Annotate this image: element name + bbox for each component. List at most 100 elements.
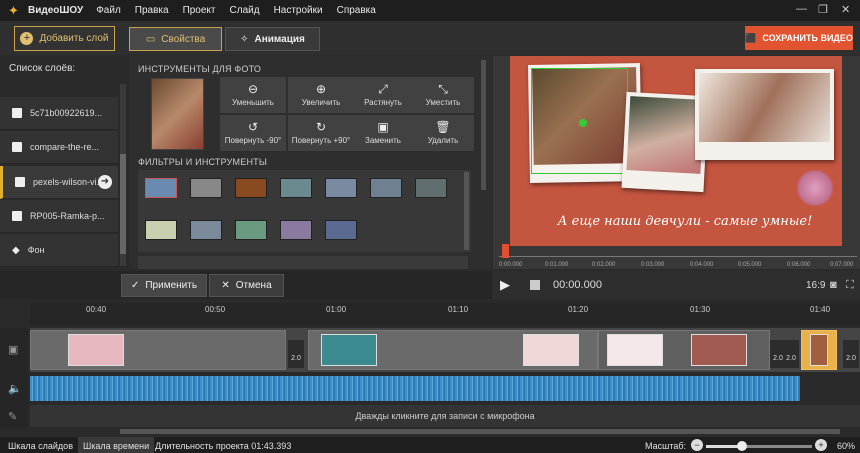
filter-thumb[interactable] [190,178,222,198]
photo-thumbnail [151,78,204,150]
aspect-ratio[interactable]: 16:9 [806,280,825,291]
slide-caption: А еще наши девчули - самые умные! [557,214,813,229]
player-controls [493,271,860,299]
cancel-label: Отмена [235,280,272,291]
image-icon [12,108,22,118]
animation-icon: ✧ [240,33,249,45]
export-icon: ⬛ [745,32,757,43]
stop-icon[interactable] [530,280,540,290]
menu-slide[interactable]: Слайд [223,5,267,16]
rotate-right-icon: ↻ [315,120,327,134]
arrow-right-icon[interactable]: ➜ [98,175,112,189]
filter-thumb[interactable] [145,220,177,240]
clip-thumbnail [68,334,124,366]
filter-thumb[interactable] [145,178,177,198]
enlarge-label: Увеличить [301,98,341,107]
add-layer-button[interactable]: + Добавить слой [14,26,115,51]
stretch-label: Растянуть [364,98,402,107]
menu-bar: ✦ ВидеоШОУ Файл Правка Проект Слайд Наст… [0,0,860,21]
zoom-slider-handle[interactable] [737,441,747,451]
filter-thumb[interactable] [325,220,357,240]
zoom-out-icon: ⊖ [247,82,259,96]
fullscreen-icon[interactable]: ⛶ [846,279,854,292]
maximize-icon[interactable]: ❐ [818,3,828,16]
mic-record-track[interactable]: Дважды кликните для записи с микрофона [30,405,860,427]
zoom-out-icon[interactable]: − [691,439,703,451]
filter-thumb[interactable] [370,178,402,198]
replace-button[interactable]: ▣ Заменить [350,115,416,151]
rotate-handle-icon[interactable] [579,119,587,127]
check-icon: ✓ [130,280,140,291]
filter-thumb[interactable] [325,178,357,198]
paint-bucket-icon: ◆ [12,244,20,256]
tab-properties[interactable]: ▭ Свойства [129,27,222,51]
zoom-in-icon[interactable]: + [815,439,827,451]
menu-edit[interactable]: Правка [128,5,176,16]
fit-button[interactable]: ⤡ Уместить [412,77,474,113]
tab-animation[interactable]: ✧ Анимация [225,27,320,51]
time-mark: 01:20 [568,305,589,314]
apply-button[interactable]: ✓ Применить [121,274,207,297]
cancel-button[interactable]: ✕ Отмена [209,274,284,297]
rotate-right-button[interactable]: ↻ Повернуть +90° [288,115,354,151]
ruler-tick: 0:02.000 [592,262,616,268]
play-icon[interactable]: ▶ [500,277,518,293]
project-duration: Длительность проекта 01:43.393 [155,441,292,451]
zoom-slider[interactable] [706,445,812,448]
filter-thumb[interactable] [190,220,222,240]
photo-frame-3[interactable] [695,69,834,160]
layer-item[interactable]: RP005-Ramka-p... [0,200,118,233]
timeline-ruler[interactable] [30,303,860,325]
filters-title: ФИЛЬТРЫ И ИНСТРУМЕНТЫ [138,157,268,167]
audio-waveform[interactable] [30,376,800,401]
filter-thumb[interactable] [280,220,312,240]
more-tools-row [138,256,468,269]
delete-button[interactable]: 🗑 Удалить [412,115,474,151]
menu-settings[interactable]: Настройки [267,5,330,16]
ruler-tick: 0:05.000 [738,262,762,268]
filter-thumb[interactable] [415,178,447,198]
close-icon[interactable]: ✕ [841,3,850,16]
image-replace-icon: ▣ [377,120,389,134]
save-video-button[interactable]: ⬛ СОХРАНИТЬ ВИДЕО [745,26,853,50]
tab-slides-scale[interactable]: Шкала слайдов [8,441,73,451]
clip-thumbnail [810,334,828,366]
timeline-scrollbar[interactable] [120,429,840,434]
layer-item-selected[interactable]: pexels-wilson-vi... ➜ [0,166,118,199]
rotate-left-button[interactable]: ↺ Повернуть -90° [220,115,286,151]
layer-label: 5c71b00922619... [30,108,103,118]
rotate-left-icon: ↺ [247,120,259,134]
snapshot-icon[interactable]: ◙ [830,279,837,291]
transition-marker[interactable]: 2.0 [843,340,859,368]
image-icon [12,211,22,221]
save-video-label: СОХРАНИТЬ ВИДЕО [762,33,853,43]
playhead-marker[interactable] [502,244,509,258]
menu-project[interactable]: Проект [176,5,223,16]
enlarge-button[interactable]: ⊕ Увеличить [288,77,354,113]
tab-timeline-scale[interactable]: Шкала времени [78,437,155,453]
layer-item[interactable]: 5c71b00922619... [0,97,118,130]
layer-item[interactable]: ◆ Фон [0,234,118,267]
layer-label: pexels-wilson-vi... [33,177,105,187]
transition-marker[interactable]: 2.0 [783,340,799,368]
menu-help[interactable]: Справка [330,5,383,16]
minimize-icon[interactable]: — [796,3,807,15]
filters-scrollbar[interactable] [464,172,469,250]
filter-thumb[interactable] [235,220,267,240]
layer-label: RP005-Ramka-p... [30,211,105,221]
filter-thumb[interactable] [235,178,267,198]
scale-label: Масштаб: [645,441,687,451]
photo-tools-title: ИНСТРУМЕНТЫ ДЛЯ ФОТО [138,64,262,74]
stretch-button[interactable]: ⤢ Растянуть [350,77,416,113]
transition-marker[interactable]: 2.0 [288,340,304,368]
layer-item[interactable]: compare-the-re... [0,131,118,164]
clip-thumbnail [523,334,579,366]
properties-icon: ▭ [145,33,156,45]
menu-file[interactable]: Файл [89,5,128,16]
tools-scrollbar[interactable] [481,60,486,190]
stretch-icon: ⤢ [378,82,388,96]
layers-scrollbar[interactable] [120,84,126,266]
shrink-button[interactable]: ⊖ Уменьшить [220,77,286,113]
filter-thumb[interactable] [280,178,312,198]
fit-icon: ⤡ [438,82,448,96]
